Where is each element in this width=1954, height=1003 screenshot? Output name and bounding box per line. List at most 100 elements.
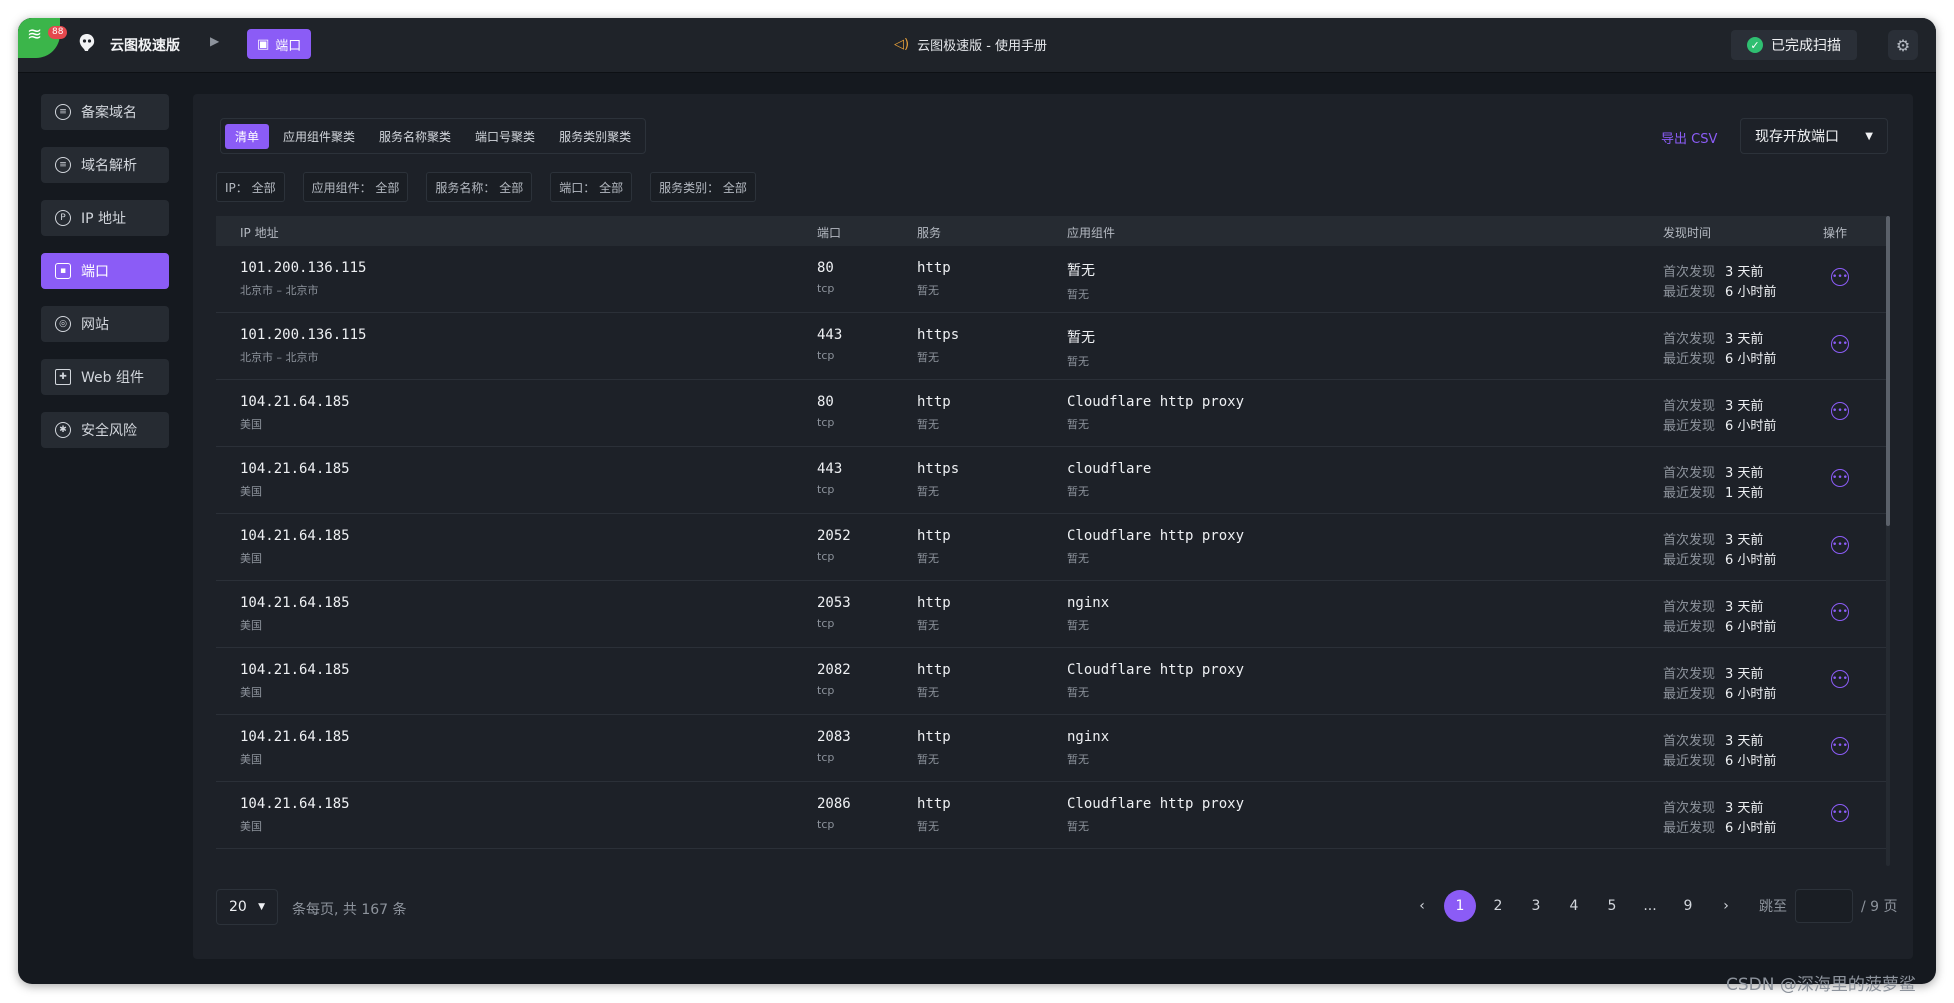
table-row[interactable]: 104.21.64.185 美国 2053 tcp http 暂无 nginx 暂无 首次发现 3… xyxy=(216,581,1886,648)
last-seen-value: 6 小时前 xyxy=(1725,820,1777,836)
ip-address[interactable]: 101.200.136.115 xyxy=(240,327,366,343)
next-page-button[interactable]: › xyxy=(1707,889,1745,923)
ip-icon: P xyxy=(55,210,71,226)
port-status-select[interactable]: 现存开放端口 ▼ xyxy=(1740,118,1888,154)
page-button[interactable]: 2 xyxy=(1479,889,1517,923)
table-row[interactable]: 104.21.64.185 美国 80 tcp http 暂无 Cloudflare htt… xyxy=(216,380,1886,447)
port-cell: 443 tcp xyxy=(817,327,842,362)
table-row[interactable]: 101.200.136.115 北京市 – 北京市 443 tcp https 暂无 暂无暂… xyxy=(216,313,1886,380)
ip-address[interactable]: 104.21.64.185 xyxy=(240,796,350,812)
sidebar-item-label: 端口 xyxy=(81,264,109,280)
more-options-icon[interactable]: ••• xyxy=(1831,603,1849,621)
app-window: ≋ 88 云图极速版 ▶ ▣ 端口 ◁) 云图极速版 - 使用手册 ✓ 已完成扫… xyxy=(18,18,1936,984)
sidebar-item-ip[interactable]: P IP 地址 xyxy=(41,200,169,236)
actions-cell: ••• xyxy=(1823,260,1849,286)
ip-address[interactable]: 104.21.64.185 xyxy=(240,595,350,611)
first-seen-value: 3 天前 xyxy=(1725,465,1764,481)
jump-label: 跳至 xyxy=(1759,899,1787,915)
scan-status-button[interactable]: ✓ 已完成扫描 xyxy=(1731,30,1857,60)
ip-address[interactable]: 104.21.64.185 xyxy=(240,729,350,745)
sidebar-item-ports[interactable]: ▪ 端口 xyxy=(41,253,169,289)
service-cell: http 暂无 xyxy=(917,528,951,566)
manual-link[interactable]: ◁) 云图极速版 - 使用手册 xyxy=(894,35,1047,54)
last-seen-label: 最近发现 xyxy=(1663,351,1716,367)
table-row[interactable]: 104.21.64.185 美国 2086 tcp http 暂无 Cloudflare h… xyxy=(216,782,1886,849)
page-size-select[interactable]: 20 ▼ xyxy=(216,889,278,925)
table-row[interactable]: 104.21.64.185 美国 443 tcp https 暂无 cloudflare 暂无… xyxy=(216,447,1886,514)
brand-badge[interactable]: ≋ 88 xyxy=(18,18,68,58)
actions-cell: ••• xyxy=(1823,394,1849,420)
tab-service-name-cluster[interactable]: 服务名称聚类 xyxy=(369,124,461,149)
prev-page-button[interactable]: ‹ xyxy=(1403,889,1441,923)
table-row[interactable]: 104.21.64.185 美国 2082 tcp http 暂无 Cloudflare h… xyxy=(216,648,1886,715)
service-name: http xyxy=(917,394,951,410)
more-options-icon[interactable]: ••• xyxy=(1831,737,1849,755)
page-button[interactable]: 4 xyxy=(1555,889,1593,923)
ip-address[interactable]: 104.21.64.185 xyxy=(240,394,350,410)
filter-app-component[interactable]: 应用组件： 全部 xyxy=(302,172,409,202)
page-button[interactable]: 5 xyxy=(1593,889,1631,923)
service-cell: http 暂无 xyxy=(917,662,951,700)
ip-cell: 104.21.64.185 美国 xyxy=(240,394,350,432)
filter-ip[interactable]: IP： 全部 xyxy=(216,172,285,202)
port-protocol: tcp xyxy=(817,818,835,831)
app-cell: 暂无 暂无 xyxy=(1067,260,1095,302)
scrollbar-thumb[interactable] xyxy=(1886,216,1890,526)
breadcrumb-current[interactable]: ▣ 端口 xyxy=(247,29,312,59)
tab-app-cluster[interactable]: 应用组件聚类 xyxy=(273,124,365,149)
sidebar-item-security-risks[interactable]: ✱ 安全风险 xyxy=(41,412,169,448)
sidebar-item-websites[interactable]: ◎ 网站 xyxy=(41,306,169,342)
port-number: 80 xyxy=(817,394,834,410)
table-body: 101.200.136.115 北京市 – 北京市 80 tcp http 暂无 暂无 暂无首… xyxy=(216,246,1886,849)
more-options-icon[interactable]: ••• xyxy=(1831,536,1849,554)
more-options-icon[interactable]: ••• xyxy=(1831,670,1849,688)
time-cell: 首次发现 3 天前 最近发现 6 小时前 xyxy=(1663,662,1776,702)
table-row[interactable]: 101.200.136.115 北京市 – 北京市 80 tcp http 暂无 暂无 暂无首… xyxy=(216,246,1886,313)
filter-service-type[interactable]: 服务类别： 全部 xyxy=(650,172,756,202)
table-row[interactable]: 104.21.64.185 美国 2083 tcp http 暂无 nginx 暂无 首次发现 3… xyxy=(216,715,1886,782)
page-button[interactable]: 9 xyxy=(1669,889,1707,923)
port-cell: 80 tcp xyxy=(817,394,834,429)
jump-page-input[interactable] xyxy=(1795,889,1853,923)
tab-service-type-cluster[interactable]: 服务类别聚类 xyxy=(549,124,641,149)
filter-port[interactable]: 端口： 全部 xyxy=(550,172,633,202)
filter-service-name[interactable]: 服务名称： 全部 xyxy=(426,172,533,202)
first-seen-label: 首次发现 xyxy=(1663,264,1716,280)
app-component: nginx xyxy=(1067,729,1110,745)
sidebar-item-web-components[interactable]: ✚ Web 组件 xyxy=(41,359,169,395)
port-number: 2082 xyxy=(817,662,851,678)
page-number: 2 xyxy=(1493,898,1503,914)
top-bar: ≋ 88 云图极速版 ▶ ▣ 端口 ◁) 云图极速版 - 使用手册 ✓ 已完成扫… xyxy=(18,18,1936,73)
sidebar: ≡ 备案域名 ≡ 域名解析 P IP 地址 ▪ 端口 ◎ 网站 ✚ Web 组件… xyxy=(41,94,169,465)
page-button[interactable]: 3 xyxy=(1517,889,1555,923)
settings-button[interactable]: ⚙ xyxy=(1888,30,1918,60)
sidebar-item-dns[interactable]: ≡ 域名解析 xyxy=(41,147,169,183)
service-detail: 暂无 xyxy=(917,552,939,565)
more-options-icon[interactable]: ••• xyxy=(1831,268,1849,286)
sidebar-item-records[interactable]: ≡ 备案域名 xyxy=(41,94,169,130)
table-row[interactable]: 104.21.64.185 美国 2052 tcp http 暂无 Cloudflare h… xyxy=(216,514,1886,581)
last-seen-value: 6 小时前 xyxy=(1725,552,1777,568)
tab-port-cluster[interactable]: 端口号聚类 xyxy=(465,124,545,149)
time-cell: 首次发现 3 天前 最近发现 6 小时前 xyxy=(1663,528,1776,568)
more-options-icon[interactable]: ••• xyxy=(1831,804,1849,822)
main-panel: 清单 应用组件聚类 服务名称聚类 端口号聚类 服务类别聚类 导出 CSV 现存开… xyxy=(193,94,1913,959)
header-service: 服务 xyxy=(917,226,942,240)
ip-address[interactable]: 104.21.64.185 xyxy=(240,662,350,678)
more-options-icon[interactable]: ••• xyxy=(1831,469,1849,487)
export-csv-link[interactable]: 导出 CSV xyxy=(1661,128,1717,147)
ip-address[interactable]: 104.21.64.185 xyxy=(240,461,350,477)
table-scrollbar[interactable] xyxy=(1886,216,1890,866)
gear-icon: ⚙ xyxy=(1895,35,1911,55)
page-button[interactable]: 1 xyxy=(1441,889,1479,923)
more-options-icon[interactable]: ••• xyxy=(1831,335,1849,353)
time-cell: 首次发现 3 天前 最近发现 1 天前 xyxy=(1663,461,1763,501)
app-name[interactable]: 云图极速版 xyxy=(110,35,180,55)
tab-list[interactable]: 清单 xyxy=(225,123,270,149)
page-number: ... xyxy=(1643,898,1657,914)
ip-address[interactable]: 101.200.136.115 xyxy=(240,260,366,276)
app-cell: Cloudflare http proxy 暂无 xyxy=(1067,796,1244,834)
more-options-icon[interactable]: ••• xyxy=(1831,402,1849,420)
ip-address[interactable]: 104.21.64.185 xyxy=(240,528,350,544)
first-seen-value: 3 天前 xyxy=(1725,666,1764,682)
